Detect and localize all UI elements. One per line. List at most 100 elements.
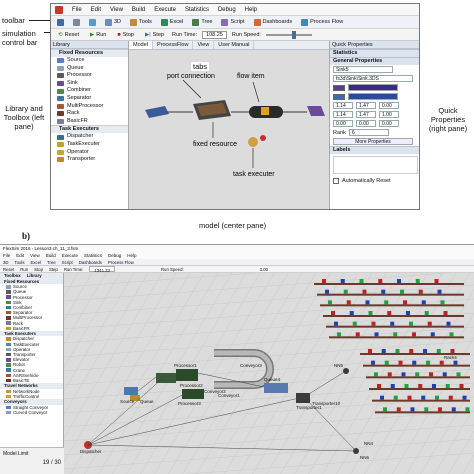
size-x-field[interactable]: 1.14: [333, 111, 353, 118]
process-flow-button[interactable]: Process Flow: [298, 17, 346, 28]
rack-shelf[interactable]: [329, 336, 464, 339]
reset-button[interactable]: ⟲ Reset: [55, 29, 82, 40]
menu-file[interactable]: File: [72, 7, 82, 13]
library-item[interactable]: Dispatcher: [51, 133, 128, 141]
size-z-field[interactable]: 1.00: [379, 111, 399, 118]
processor-object[interactable]: [176, 369, 198, 381]
tab-toolbox[interactable]: Toolbox: [4, 273, 21, 279]
library-item[interactable]: Sink: [51, 80, 128, 88]
dashboards-button[interactable]: Dashboards: [79, 259, 102, 265]
step-button[interactable]: Step: [49, 266, 58, 272]
shape-field[interactable]: fs3d\Sink\Sink.3DS: [333, 75, 413, 82]
group-task-executers[interactable]: Task Executers: [51, 125, 128, 134]
position-x-field[interactable]: 1.14: [333, 102, 353, 109]
color-selector[interactable]: [348, 93, 398, 100]
model-3d-view[interactable]: port connection flow item fixed resource…: [129, 50, 329, 210]
menu-build[interactable]: Build: [132, 7, 145, 13]
library-item[interactable]: MultiProcessor: [51, 103, 128, 111]
run-time-field[interactable]: 1341.33: [89, 266, 115, 273]
library-item[interactable]: Queue: [51, 65, 128, 73]
dashboards-button[interactable]: Dashboards: [251, 17, 296, 28]
library-item[interactable]: Processor: [51, 72, 128, 80]
tab-view[interactable]: View: [193, 41, 215, 49]
color-selector[interactable]: [348, 84, 398, 91]
menu-view[interactable]: View: [110, 7, 123, 13]
stop-button[interactable]: ■ Stop: [114, 29, 137, 40]
source-object[interactable]: [145, 106, 169, 118]
rack-shelf[interactable]: [314, 283, 464, 285]
tab-user-manual[interactable]: User Manual: [214, 41, 255, 49]
library-item[interactable]: TaskExecuter: [51, 141, 128, 149]
reset-button[interactable]: Reset: [3, 266, 14, 272]
color-swatch[interactable]: [333, 84, 345, 91]
rotation-y-field[interactable]: 0.00: [356, 120, 376, 127]
name-field[interactable]: Sink5: [333, 66, 393, 73]
source-object[interactable]: [124, 387, 138, 395]
run-speed-slider[interactable]: [265, 30, 312, 39]
library-item[interactable]: Source: [51, 57, 128, 65]
library-item[interactable]: Curved Conveyor: [0, 410, 63, 415]
tree-button[interactable]: Tree: [47, 259, 56, 265]
3d-button[interactable]: 3D: [3, 259, 9, 265]
rack-shelf[interactable]: [375, 411, 470, 414]
menu-edit[interactable]: Edit: [91, 7, 101, 13]
undo-button[interactable]: [70, 17, 83, 28]
slider-knob[interactable]: [291, 30, 296, 39]
rotation-x-field[interactable]: 0.00: [333, 120, 353, 127]
flow-item[interactable]: [261, 107, 269, 115]
save-button[interactable]: [54, 17, 67, 28]
menu-debug[interactable]: Debug: [218, 7, 236, 13]
position-z-field[interactable]: 0.00: [379, 102, 399, 109]
auto-reset-checkbox[interactable]: [333, 177, 339, 184]
menu-help[interactable]: Help: [245, 7, 257, 13]
tab-library[interactable]: Library: [27, 273, 42, 279]
rack-shelf[interactable]: [369, 388, 470, 390]
sink-object[interactable]: [307, 106, 325, 116]
more-properties-button[interactable]: More Properties: [333, 138, 413, 145]
excel-button[interactable]: Excel: [158, 17, 186, 28]
run-button[interactable]: Run: [20, 266, 28, 272]
size-y-field[interactable]: 1.47: [356, 111, 376, 118]
color-swatch[interactable]: [333, 93, 345, 100]
rack-shelf[interactable]: [363, 364, 470, 367]
run-time-field[interactable]: 108.25: [202, 30, 227, 39]
connect-button[interactable]: [86, 17, 99, 28]
library-item[interactable]: Combiner: [51, 87, 128, 95]
rack-shelf[interactable]: [366, 376, 470, 379]
rack-shelf[interactable]: [372, 399, 470, 402]
script-button[interactable]: Script: [62, 259, 73, 265]
library-item[interactable]: Operator: [51, 149, 128, 157]
process-flow-button[interactable]: Process Flow: [108, 259, 134, 265]
tab-processflow[interactable]: ProcessFlow: [153, 41, 194, 49]
model-canvas[interactable]: port connection flow item fixed resource…: [129, 50, 329, 210]
position-y-field[interactable]: 1.47: [356, 102, 376, 109]
stop-button[interactable]: Stop: [34, 266, 43, 272]
labels-list[interactable]: [333, 156, 418, 174]
step-button[interactable]: ▶| Step: [142, 29, 167, 40]
menu-execute[interactable]: Execute: [154, 7, 176, 13]
rack-shelf[interactable]: [326, 325, 464, 328]
tools-button[interactable]: Tools: [127, 17, 155, 28]
library-item[interactable]: Transporter: [51, 156, 128, 164]
library-item[interactable]: Rack: [51, 110, 128, 118]
tab-model[interactable]: Model: [129, 41, 153, 49]
qp-general[interactable]: General Properties: [330, 57, 419, 65]
3d-button[interactable]: 3D: [102, 17, 124, 28]
menu-statistics[interactable]: Statistics: [185, 7, 209, 13]
qp-statistics[interactable]: Statistics: [330, 49, 419, 57]
run-button[interactable]: ▶ Run: [87, 29, 109, 40]
group-fixed-resources[interactable]: Fixed Resources: [51, 49, 128, 57]
library-item[interactable]: Separator: [51, 95, 128, 103]
rotation-z-field[interactable]: 0.00: [379, 120, 399, 127]
rank-field[interactable]: 6: [348, 129, 389, 136]
tools-button[interactable]: Tools: [15, 259, 25, 265]
model-canvas[interactable]: Source Queue Processor1 Processor2 Processor…: [0, 245, 474, 474]
queue-object[interactable]: [264, 383, 288, 393]
rack-shelf[interactable]: [323, 315, 464, 317]
rack-shelf[interactable]: [320, 304, 464, 307]
tree-button[interactable]: Tree: [189, 17, 215, 28]
rack-shelf[interactable]: [317, 293, 464, 296]
excel-button[interactable]: Excel: [31, 259, 42, 265]
qp-labels[interactable]: Labels: [330, 146, 419, 154]
script-button[interactable]: Script: [218, 17, 247, 28]
